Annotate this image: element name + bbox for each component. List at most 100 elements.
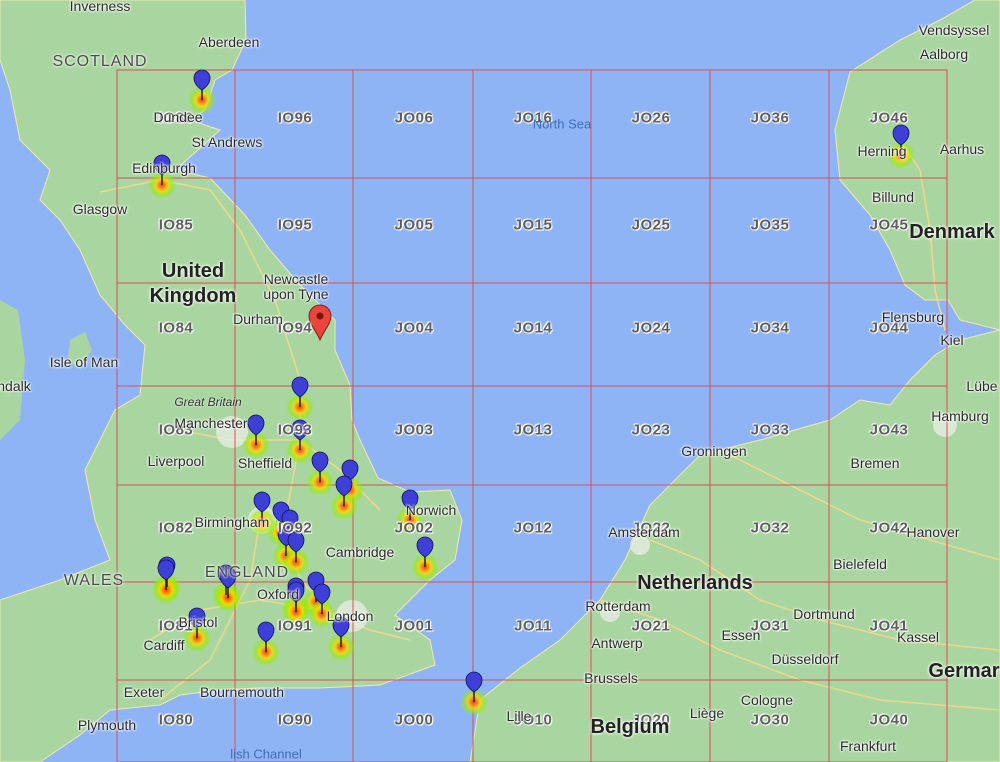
city-label: Kiel (940, 332, 964, 348)
grid-square-label: IO85 (158, 216, 194, 234)
city-label: ndalk (0, 378, 31, 394)
city-label: Essen (721, 627, 761, 643)
grid-square-label: IO80 (158, 711, 194, 729)
grid-square-label: JO01 (394, 617, 434, 635)
grid-square-label: JO43 (869, 421, 909, 439)
city-label: Bielefeld (833, 556, 887, 572)
grid-square-label: IO92 (277, 519, 313, 537)
city-label: Durham (233, 311, 283, 327)
grid-square-label: JO05 (394, 216, 434, 234)
grid-square-label: JO24 (631, 319, 671, 337)
grid-square-label: JO13 (513, 421, 553, 439)
city-label: Norwich (405, 502, 457, 518)
city-label: Lille (506, 708, 532, 724)
city-label: Inverness (69, 0, 131, 14)
city-label: Dortmund (793, 606, 855, 622)
city-label: Düsseldorf (771, 651, 839, 667)
country-label: Denmark (909, 221, 995, 243)
country-label: Belgium (590, 716, 670, 738)
grid-square-label: JO11 (514, 617, 552, 635)
grid-square-label: JO02 (394, 519, 434, 537)
city-label: upon Tyne (263, 286, 329, 302)
city-label: Frankfurt (839, 738, 897, 754)
grid-square-label: IO84 (158, 319, 194, 337)
grid-square-label: JO00 (394, 711, 434, 729)
city-label: Billund (871, 189, 915, 205)
grid-square-label: JO34 (750, 319, 790, 337)
city-label: Great Britain (174, 395, 242, 409)
city-label: Newcastle (263, 271, 329, 287)
grid-square-label: JO23 (631, 421, 671, 439)
grid-square-label: IO93 (277, 421, 313, 439)
country-label: United (161, 260, 225, 282)
city-label: St Andrews (191, 134, 263, 150)
grid-square-label: JO33 (750, 421, 790, 439)
city-label: Edinburgh (132, 160, 196, 176)
grid-square-label: IO96 (277, 109, 313, 127)
grid-square-label: IO90 (277, 711, 313, 729)
city-label: Hanover (906, 524, 960, 540)
city-label: Bournemouth (199, 684, 285, 700)
city-label: Oxford (256, 586, 300, 602)
city-label: Brussels (584, 670, 638, 686)
grid-square-label: JO15 (513, 216, 553, 234)
city-label: Exeter (123, 684, 165, 700)
city-label: Isle of Man (49, 354, 119, 370)
map-view[interactable]: IO86 IO96 JO06 JO16 JO26 JO36 JO46 IO85 IO95 JO05… (0, 0, 1000, 762)
grid-square-label: IO91 (277, 617, 313, 635)
grid-square-label: IO95 (277, 216, 313, 234)
city-label: Vendsyssel (918, 22, 990, 38)
grid-square-label: JO04 (394, 319, 434, 337)
region-label: ENGLAND (204, 564, 290, 581)
grid-square-label: JO32 (750, 519, 790, 537)
city-label: Glasgow (72, 201, 128, 217)
region-label: SCOTLAND (52, 53, 148, 70)
grid-square-label: JO06 (394, 109, 434, 127)
grid-square-label: IO82 (158, 519, 194, 537)
grid-square-label: JO25 (631, 216, 671, 234)
city-label: Liverpool (147, 453, 205, 469)
city-label: Sheffield (237, 455, 293, 471)
grid-square-label: JO46 (869, 109, 909, 127)
city-label: Aarhus (939, 141, 985, 157)
sea-label: North Sea (532, 116, 592, 132)
city-label: Lübe (966, 378, 998, 394)
city-label: Bristol (178, 614, 218, 630)
sea-label: lish Channel (230, 746, 302, 762)
city-label: Flensburg (881, 309, 945, 325)
grid-square-label: JO30 (750, 711, 790, 729)
country-label: Netherlands (637, 572, 753, 594)
grid-square-label: JO14 (513, 319, 553, 337)
city-label: Herning (857, 143, 907, 159)
city-label: Hamburg (931, 408, 989, 424)
city-label: Birmingham (194, 514, 270, 530)
city-label: Aberdeen (198, 34, 260, 50)
city-label: Dundee (153, 109, 203, 125)
city-label: Cardiff (143, 637, 185, 653)
city-label: Rotterdam (585, 598, 651, 614)
city-label: Cambridge (325, 544, 395, 560)
grid-square-label: JO45 (869, 216, 909, 234)
city-label: Plymouth (77, 717, 137, 733)
city-label: Liège (689, 705, 725, 721)
city-label: London (326, 608, 374, 624)
grid-square-label: JO26 (631, 109, 671, 127)
grid-square-label: JO35 (750, 216, 790, 234)
city-label: Amsterdam (608, 524, 680, 540)
country-label: Kingdom (149, 285, 237, 307)
city-label: Aalborg (919, 46, 969, 62)
city-label: Groningen (681, 443, 747, 459)
city-label: Antwerp (591, 635, 643, 651)
city-label: Cologne (740, 692, 794, 708)
grid-square-label: JO40 (869, 711, 909, 729)
region-label: WALES (63, 572, 125, 589)
grid-square-label: JO42 (869, 519, 909, 537)
city-label: Kassel (896, 629, 940, 645)
country-label: Germar (928, 660, 1000, 682)
grid-square-label: JO36 (750, 109, 790, 127)
grid-square-label: JO12 (513, 519, 553, 537)
grid-square-label: JO21 (631, 617, 671, 635)
city-label: Bremen (850, 455, 900, 471)
grid-square-label: JO03 (394, 421, 434, 439)
city-label: Manchester (174, 415, 248, 431)
